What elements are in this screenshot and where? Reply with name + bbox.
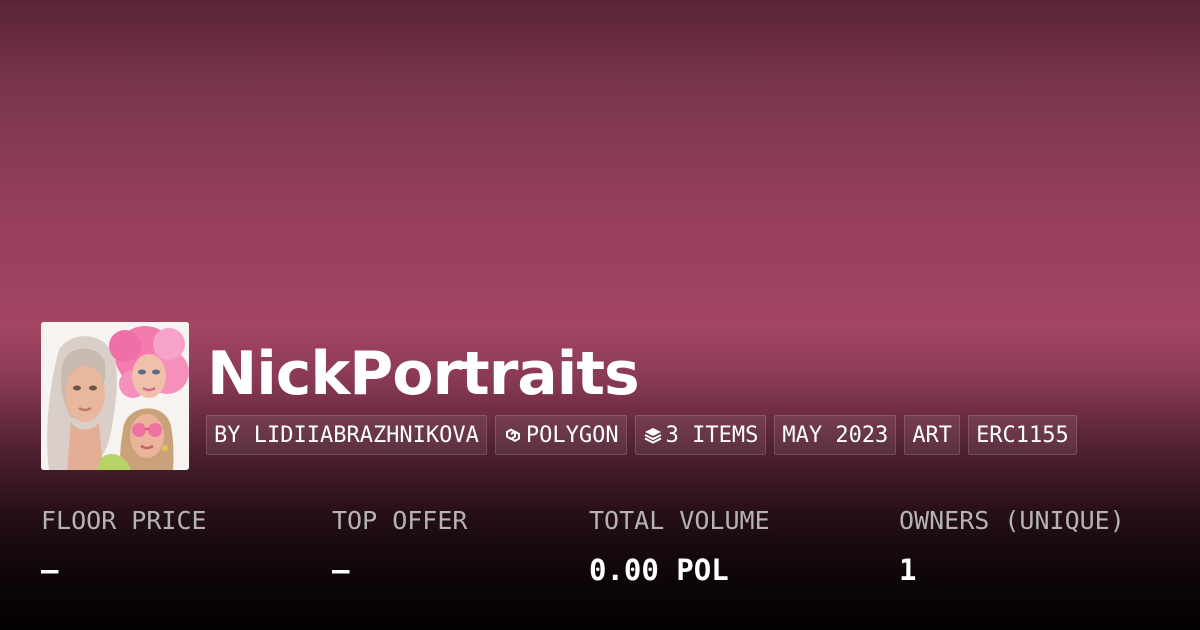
stat-floor-price-label: FLOOR PRICE (41, 506, 207, 535)
stat-floor-price: FLOOR PRICE – (41, 503, 207, 588)
tag-item-count-label: 3 ITEMS (665, 422, 759, 448)
collection-thumbnail (41, 322, 189, 470)
stat-total-volume-value: 0.00 POL (589, 553, 729, 587)
stat-floor-price-value: – (41, 553, 59, 587)
tag-category-label: ART (912, 422, 953, 448)
stat-top-offer-value: – (332, 553, 350, 587)
collection-tags: BY LIDIIABRAZHNIKOVA POLYGON 3 ITEMS MAY… (206, 415, 1077, 455)
tag-date-label: MAY 2023 (782, 422, 889, 448)
layers-icon (643, 425, 663, 445)
stat-total-volume: TOTAL VOLUME 0.00 POL (589, 503, 770, 588)
stat-owners-value: 1 (899, 553, 917, 587)
collection-stats: FLOOR PRICE – TOP OFFER – TOTAL VOLUME 0… (0, 503, 1200, 603)
collection-title: NickPortraits (207, 339, 640, 409)
tag-chain[interactable]: POLYGON (494, 415, 627, 455)
stat-owners-label: OWNERS (UNIQUE) (899, 506, 1125, 535)
polygon-chain-icon (503, 425, 523, 445)
portrait-artwork (41, 322, 189, 470)
tag-item-count[interactable]: 3 ITEMS (634, 415, 767, 455)
tag-creator[interactable]: BY LIDIIABRAZHNIKOVA (206, 415, 487, 455)
stat-total-volume-label: TOTAL VOLUME (589, 506, 770, 535)
tag-token-standard[interactable]: ERC1155 (968, 415, 1077, 455)
tag-token-standard-label: ERC1155 (976, 422, 1069, 448)
stat-top-offer: TOP OFFER – (332, 503, 467, 588)
tag-date[interactable]: MAY 2023 (774, 415, 897, 455)
collection-share-card: { "collection": { "name": "NickPortraits… (0, 0, 1200, 630)
stat-owners: OWNERS (UNIQUE) 1 (899, 503, 1125, 588)
tag-chain-label: POLYGON (525, 422, 619, 448)
stat-top-offer-label: TOP OFFER (332, 506, 468, 535)
tag-category[interactable]: ART (904, 415, 961, 455)
tag-creator-label: BY LIDIIABRAZHNIKOVA (214, 422, 479, 448)
